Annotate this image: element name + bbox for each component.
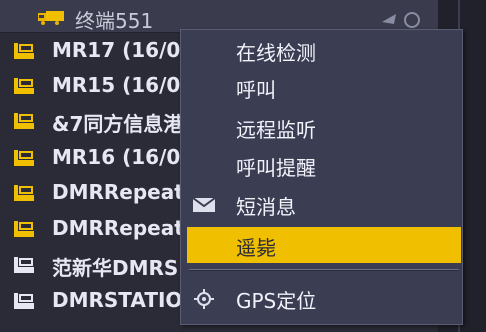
radio-device-icon [14,113,34,129]
menu-item-label: GPS定位 [236,289,317,313]
menu-item-remote-kill[interactable]: 遥毙 [187,227,461,263]
tree-item[interactable]: MR15 (16/0) [0,68,200,104]
menu-item-online-check[interactable]: 在线检测 [181,32,462,68]
radio-device-icon [14,257,34,273]
radio-device-icon [14,293,34,309]
radio-device-icon [14,43,34,59]
menu-item-short-message[interactable]: 短消息 [181,186,462,222]
tree-item[interactable]: DMRRepeater [0,175,207,211]
menu-item-label: 远程监听 [236,118,316,142]
radio-device-icon [14,185,34,201]
crosshair-icon [194,289,214,309]
tree-item-label: DMRSTATIO [52,288,183,312]
tree-item[interactable]: MR16 (16/0) [0,140,200,176]
envelope-icon [192,197,216,212]
menu-item-call-alert[interactable]: 呼叫提醒 [181,147,462,183]
tree-item[interactable]: MR17 (16/0) [0,33,200,69]
tree-item[interactable]: DMRSTATIO [0,283,200,319]
tree-item-label: MR16 (16/0) [52,145,190,169]
tree-item-label: &7同方信息港 [52,112,184,136]
tree-item-label: MR17 (16/0) [52,38,190,62]
tree-item-label: MR15 (16/0) [52,73,190,97]
menu-item-label: 呼叫 [236,78,276,102]
radio-device-icon [14,150,34,166]
terminal-title: 终端551 [75,9,154,33]
menu-item-label: 短消息 [236,195,296,219]
menu-separator-shadow [189,270,459,271]
header-status-icons[interactable] [380,8,430,30]
menu-item-label: 在线检测 [236,41,316,65]
tree-item-label: 范新华DMRS [52,256,179,280]
tree-item[interactable]: DMRRepeater [0,211,207,247]
radio-device-icon [14,78,34,94]
context-menu: 在线检测 呼叫 远程监听 呼叫提醒 短消息 遥毙 GPS定位 [180,29,463,325]
menu-item-gps-locate[interactable]: GPS定位 [181,280,462,316]
menu-item-call[interactable]: 呼叫 [181,69,462,105]
radio-device-icon [14,221,34,237]
menu-item-label: 遥毙 [236,236,276,260]
tree-item[interactable]: &7同方信息港 [0,103,200,139]
menu-item-label: 呼叫提醒 [236,156,316,180]
menu-item-remote-monitor[interactable]: 远程监听 [181,109,462,145]
truck-icon [38,11,64,25]
tree-item[interactable]: 范新华DMRS [0,247,200,283]
